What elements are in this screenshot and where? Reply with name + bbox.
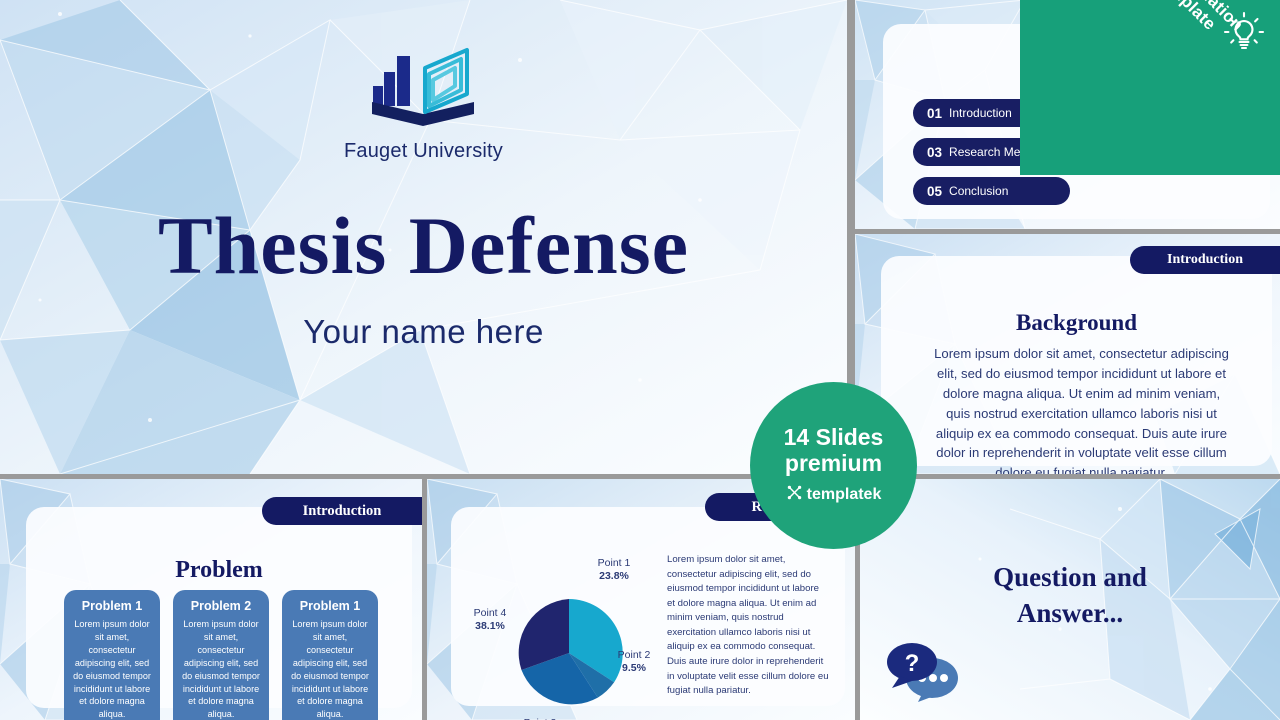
problem-body: Lorem ipsum dolor sit amet, consectetur … — [291, 619, 369, 720]
agenda-item-literary-review[interactable]: 02 Literary Review — [1095, 99, 1252, 127]
pie-label-point-1: Point 1 23.8% — [597, 557, 631, 583]
slide-problem[interactable]: Problem Problem 1 Lorem ipsum dolor sit … — [0, 479, 422, 720]
slide-question-and-answer[interactable]: Question and Answer... ? — [860, 479, 1280, 720]
problem-item[interactable]: Problem 2 Lorem ipsum dolor sit amet, co… — [173, 590, 269, 720]
pie-chart: Point 123.8% Point 29.5% Point 328.6% Po… — [461, 551, 676, 720]
agenda-pill-grid: 01 Introduction 02 Literary Review 03 Re… — [913, 99, 1252, 205]
speech-bubbles-icon: ? — [884, 640, 964, 702]
problem-item[interactable]: Problem 1 Lorem ipsum dolor sit amet, co… — [282, 590, 378, 720]
problem-card: Problem Problem 1 Lorem ipsum dolor sit … — [26, 507, 412, 720]
background-card: Background Lorem ipsum dolor sit amet, c… — [881, 256, 1272, 474]
agenda-number: 01 — [927, 105, 943, 121]
problem-card-grid: Problem 1 Lorem ipsum dolor sit amet, co… — [64, 590, 378, 720]
section-title: Problem — [175, 557, 263, 583]
agenda-label: Discussion — [1131, 145, 1190, 159]
page-title: Question and Answer... — [860, 559, 1280, 632]
pie-label-point-2: Point 2 9.5% — [617, 649, 651, 675]
problem-heading: Problem 1 — [81, 599, 143, 613]
status-badge-introduction: Introduction — [1130, 246, 1280, 274]
problem-item[interactable]: Problem 1 Lorem ipsum dolor sit amet, co… — [64, 590, 160, 720]
research-body-text: Lorem ipsum dolor sit amet, consectetur … — [667, 554, 829, 697]
problem-heading: Problem 2 — [190, 599, 252, 613]
promo-line-2: premium — [784, 450, 883, 476]
templatek-wordmark: templatek — [806, 485, 882, 503]
agenda-label: Research Methods — [949, 145, 1050, 159]
agenda-item-research-methods[interactable]: 03 Research Methods — [913, 138, 1070, 166]
problem-body: Lorem ipsum dolor sit amet, consectetur … — [182, 619, 260, 720]
agenda-item-conclusion[interactable]: 05 Conclusion — [913, 177, 1070, 205]
agenda-item-introduction[interactable]: 01 Introduction — [913, 99, 1070, 127]
slide-preview-grid: Fauget University Thesis Defense Your na… — [0, 0, 1280, 720]
slide-background-introduction[interactable]: Background Lorem ipsum dolor sit amet, c… — [855, 234, 1280, 474]
qa-title-line-1: Question and — [993, 562, 1147, 592]
pie-label-point-4: Point 4 38.1% — [473, 607, 507, 633]
agenda-label: Introduction — [949, 106, 1012, 120]
agenda-number: 05 — [927, 183, 943, 199]
draft-title: Draft — [1041, 50, 1112, 83]
problem-body: Lorem ipsum dolor sit amet, consectetur … — [73, 619, 151, 720]
svg-text:?: ? — [905, 650, 920, 677]
slide-thesis-defense-title[interactable]: Fauget University Thesis Defense Your na… — [0, 0, 847, 474]
slide-draft-agenda[interactable]: Draft 01 Introduction 02 Literary Review… — [855, 0, 1280, 229]
section-title: Background — [1015, 310, 1137, 335]
promo-line-1: 14 Slides — [783, 424, 884, 451]
university-name: Fauget University — [343, 140, 503, 162]
agenda-number: 03 — [927, 144, 943, 160]
research-card: Point 123.8% Point 29.5% Point 328.6% Po… — [451, 507, 845, 720]
section-body-text: Lorem ipsum dolor sit amet, consectetur … — [934, 346, 1229, 474]
agenda-item-discussion[interactable]: 04 Discussion — [1095, 138, 1252, 166]
promo-badge-14-slides: 14 Slides premium templatek — [750, 382, 917, 549]
agenda-label: Literary Review — [1131, 106, 1214, 120]
status-badge-introduction: Introduction — [262, 497, 422, 525]
templatek-brand: templatek — [786, 484, 882, 506]
qa-title-line-2: Answer... — [1016, 598, 1124, 629]
agenda-number: 04 — [1109, 144, 1125, 160]
draft-card: Draft 01 Introduction 02 Literary Review… — [883, 24, 1270, 219]
agenda-label: Conclusion — [949, 184, 1009, 198]
presenter-name-placeholder: Your name here — [303, 313, 544, 350]
agenda-number: 02 — [1109, 105, 1125, 121]
problem-heading: Problem 1 — [299, 599, 361, 613]
templatek-node-icon — [786, 484, 803, 506]
page-title: Thesis Defense — [157, 200, 690, 291]
book-chart-logo — [369, 44, 479, 128]
